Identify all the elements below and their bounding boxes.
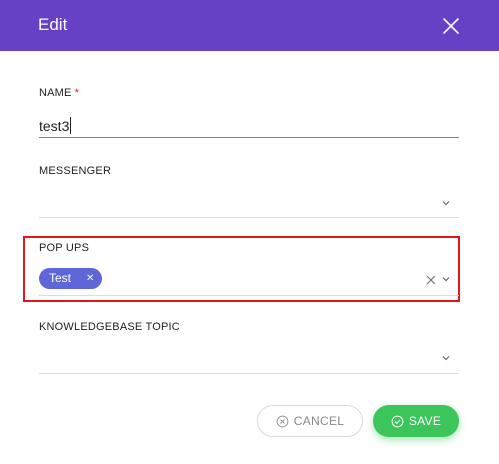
cancel-button[interactable]: CANCEL	[257, 405, 363, 437]
popup-chip-label: Test	[49, 271, 72, 285]
name-input-value: test3	[39, 118, 70, 134]
popups-field: POP UPS Test ✕	[39, 242, 459, 298]
name-input-underline	[39, 137, 459, 138]
knowledgebase-topic-label: KNOWLEDGEBASE TOPIC	[39, 321, 180, 333]
messenger-underline	[39, 217, 459, 218]
name-label: NAME *	[39, 87, 80, 99]
close-button[interactable]	[439, 14, 463, 38]
popups-underline	[39, 295, 459, 296]
close-icon	[443, 18, 459, 34]
dialog-header: Edit	[0, 0, 499, 51]
save-button-label: SAVE	[408, 414, 442, 428]
cancel-button-label: CANCEL	[293, 414, 345, 428]
text-cursor	[70, 117, 72, 134]
messenger-label: MESSENGER	[39, 165, 112, 177]
name-field: NAME * test3	[39, 87, 459, 141]
popups-label: POP UPS	[39, 242, 90, 254]
chevron-down-icon	[442, 356, 450, 361]
messenger-select[interactable]	[39, 185, 459, 217]
knowledgebase-topic-field: KNOWLEDGEBASE TOPIC	[39, 321, 459, 375]
save-button[interactable]: SAVE	[373, 405, 459, 437]
check-circle-icon	[391, 415, 404, 427]
chevron-down-icon	[442, 201, 450, 206]
clear-selection-icon[interactable]	[426, 275, 436, 285]
chip-remove-icon[interactable]: ✕	[86, 268, 94, 289]
messenger-field: MESSENGER	[39, 165, 459, 219]
knowledgebase-topic-select[interactable]	[39, 341, 459, 373]
popup-chip: Test ✕	[39, 268, 103, 289]
name-input[interactable]: test3	[39, 117, 459, 135]
knowledgebase-topic-underline	[39, 373, 459, 374]
cancel-icon	[276, 415, 289, 427]
dialog-title: Edit	[38, 15, 68, 34]
required-marker: *	[74, 87, 80, 99]
edit-dialog: Edit NAME * test3 MESSENGER POP UPS Test…	[0, 0, 499, 464]
popups-select[interactable]: Test ✕	[39, 262, 459, 294]
chevron-down-icon	[442, 277, 450, 282]
